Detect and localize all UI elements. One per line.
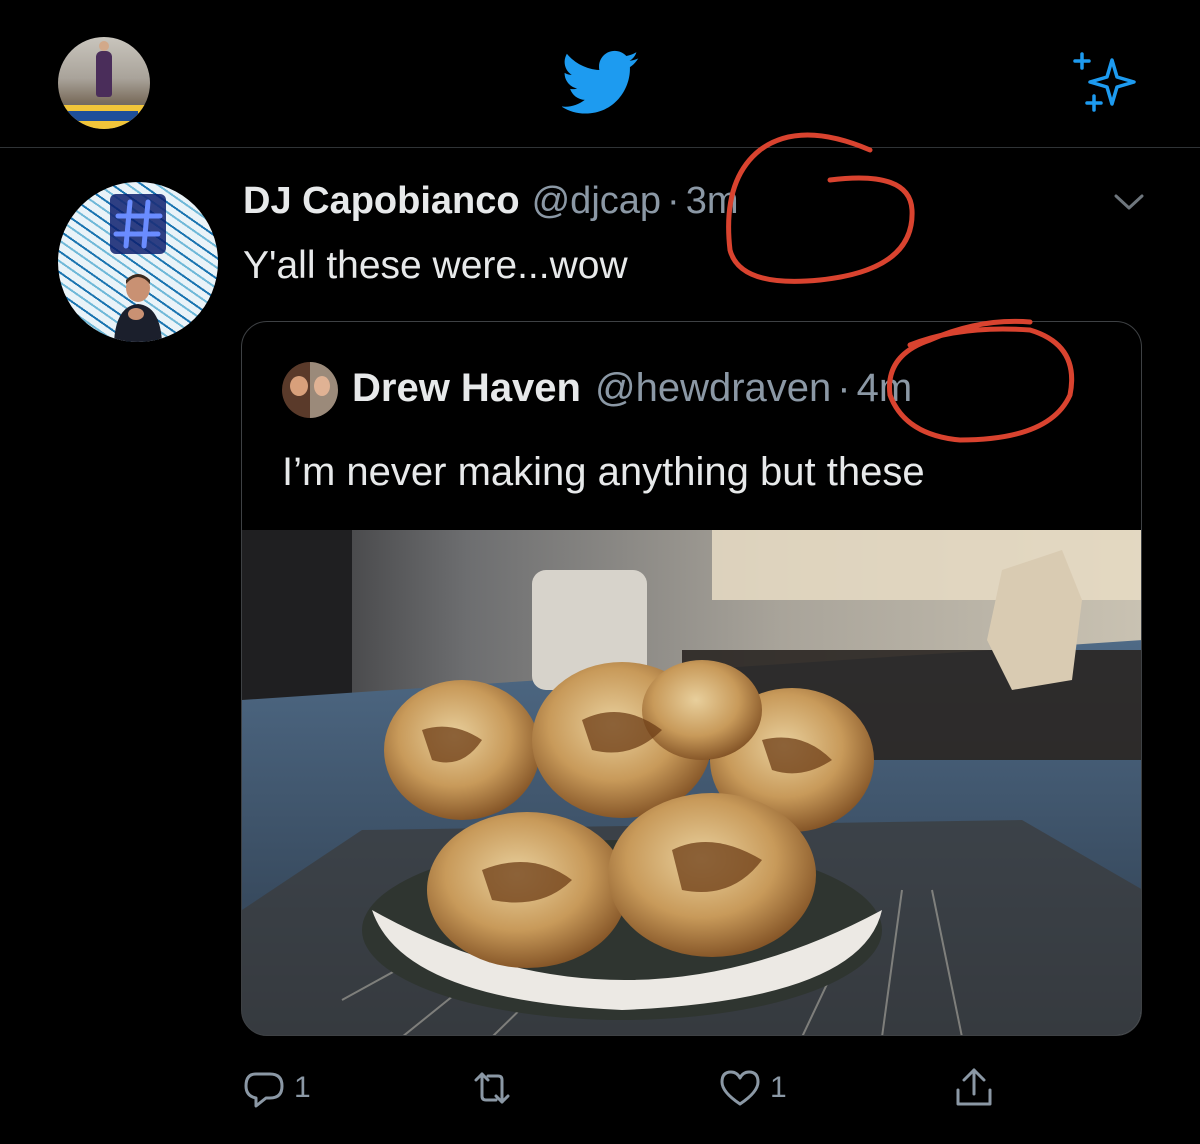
- twitter-bird-icon[interactable]: [562, 50, 640, 116]
- pretzel-rolls-photo[interactable]: [242, 530, 1141, 1035]
- author-avatar[interactable]: [58, 182, 218, 342]
- author-handle[interactable]: @djcap: [532, 180, 661, 223]
- share-icon: [956, 1068, 992, 1106]
- tweet-timestamp[interactable]: 3m: [686, 180, 739, 223]
- chevron-down-icon[interactable]: [1113, 192, 1145, 212]
- person-image: [114, 274, 162, 342]
- heart-icon: [720, 1070, 760, 1106]
- profile-avatar[interactable]: [58, 37, 150, 129]
- hashtag-neon-image: [110, 194, 166, 254]
- quoted-author-name[interactable]: Drew Haven: [352, 366, 581, 411]
- quoted-tweet[interactable]: Drew Haven @hewdraven · 4m I’m never mak…: [241, 321, 1142, 1036]
- quoted-author-avatar[interactable]: [282, 362, 338, 418]
- like-count: 1: [770, 1071, 787, 1104]
- tweet-text: Y'all these were...wow: [243, 244, 628, 287]
- retweet-button[interactable]: [470, 1060, 522, 1116]
- quoted-tweet-text: I’m never making anything but these: [282, 450, 925, 494]
- sparkle-icon[interactable]: [1072, 52, 1142, 116]
- quoted-author-handle[interactable]: @hewdraven: [595, 366, 831, 411]
- quoted-tweet-timestamp[interactable]: 4m: [857, 366, 913, 411]
- like-button[interactable]: 1: [718, 1060, 787, 1116]
- photo-illustration: [242, 530, 1141, 1035]
- share-button[interactable]: [952, 1060, 996, 1116]
- tweet-header: DJ Capobianco @djcap · 3m: [243, 180, 738, 226]
- author-name[interactable]: DJ Capobianco: [243, 180, 520, 223]
- quoted-tweet-header: Drew Haven @hewdraven · 4m: [352, 366, 912, 411]
- separator-dot: ·: [667, 180, 680, 222]
- separator-dot: ·: [837, 366, 851, 410]
- twitter-timeline: DJ Capobianco @djcap · 3m Y'all these we…: [0, 0, 1200, 1144]
- reply-button[interactable]: 1: [242, 1060, 311, 1116]
- reply-count: 1: [294, 1071, 311, 1104]
- top-navigation-bar: [0, 0, 1200, 148]
- reply-icon: [244, 1072, 284, 1108]
- retweet-icon: [474, 1072, 510, 1104]
- tweet-action-bar: 1 1: [0, 1060, 1200, 1120]
